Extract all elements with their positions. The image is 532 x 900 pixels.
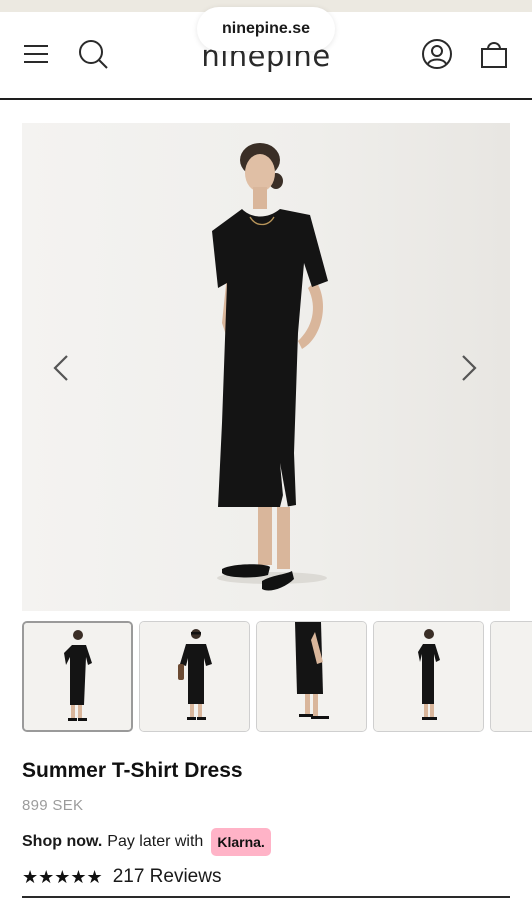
star-rating-icon: ★★★★★ — [22, 866, 103, 887]
url-bar[interactable]: ninepine.se — [197, 7, 335, 51]
shopping-bag-icon[interactable] — [478, 38, 510, 70]
klarna-promo: Shop now. Pay later with Klarna. — [22, 828, 271, 856]
thumbnail-1[interactable] — [22, 621, 133, 732]
thumbnail-strip — [22, 621, 532, 732]
product-title: Summer T-Shirt Dress — [22, 759, 243, 782]
thumbnail-3[interactable] — [256, 621, 367, 732]
chevron-left-icon[interactable] — [46, 353, 76, 383]
thumbnail-2[interactable] — [139, 621, 250, 732]
reviews-summary[interactable]: ★★★★★ 217 Reviews — [22, 866, 221, 888]
klarna-shop-now: Shop now. — [22, 833, 103, 850]
model-photo — [22, 123, 510, 611]
chevron-right-icon[interactable] — [454, 353, 484, 383]
klarna-pay-later-text: Pay later with — [107, 833, 204, 850]
klarna-badge[interactable]: Klarna. — [211, 828, 271, 856]
product-main-image[interactable] — [22, 123, 510, 611]
reviews-count[interactable]: 217 Reviews — [113, 866, 222, 888]
thumbnail-5[interactable] — [490, 621, 532, 732]
account-icon[interactable] — [421, 38, 453, 70]
product-price: 899 SEK — [22, 797, 84, 814]
thumbnail-4[interactable] — [373, 621, 484, 732]
section-divider — [22, 896, 510, 898]
